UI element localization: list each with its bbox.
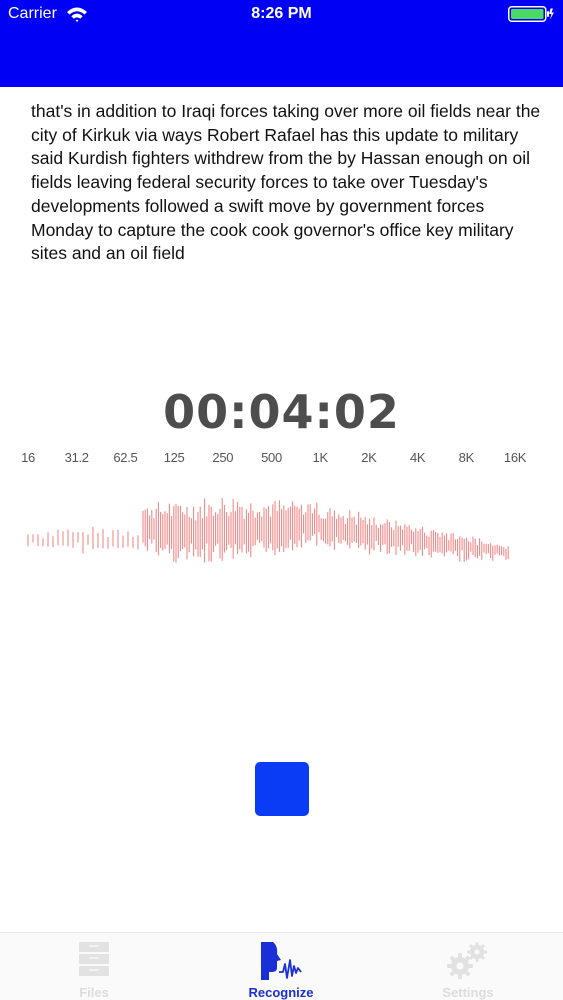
frequency-label: 16 (21, 450, 35, 465)
status-bar: Carrier 8:26 PM (0, 0, 563, 30)
tab-recognize[interactable]: Recognize (221, 933, 341, 1000)
audio-spectrum-waveform (27, 498, 509, 563)
stop-button[interactable] (255, 762, 309, 816)
frequency-axis-labels: 16 31.2 62.5 125 250 500 1K 2K 4K 8K 16K (0, 450, 563, 470)
header-bar: Carrier 8:26 PM (0, 0, 563, 87)
tab-settings[interactable]: Settings (408, 933, 528, 1000)
frequency-label: 250 (212, 450, 234, 465)
status-time: 8:26 PM (251, 5, 312, 22)
tab-settings-label: Settings (442, 985, 494, 1000)
frequency-label: 500 (261, 450, 282, 465)
frequency-label: 125 (163, 450, 185, 465)
tab-recognize-label: Recognize (248, 985, 314, 1000)
recognize-icon (261, 942, 302, 980)
frequency-label: 31.2 (64, 450, 89, 465)
tab-bar: Files Recognize Settings (0, 932, 563, 1000)
frequency-label: 2K (361, 450, 377, 465)
tab-files-label: Files (79, 985, 109, 1000)
files-icon (79, 942, 109, 976)
frequency-label: 1K (312, 450, 329, 465)
transcript-text: that's in addition to Iraqi forces takin… (31, 101, 541, 264)
frequency-label: 8K (458, 450, 475, 465)
battery-icon (508, 6, 554, 22)
tab-files[interactable]: Files (34, 933, 154, 1000)
gear-icon (447, 942, 487, 979)
frequency-label: 16K (503, 450, 527, 465)
frequency-label: 62.5 (113, 450, 138, 465)
frequency-label: 4K (409, 450, 426, 465)
elapsed-timer: 00:04:02 (163, 385, 400, 439)
